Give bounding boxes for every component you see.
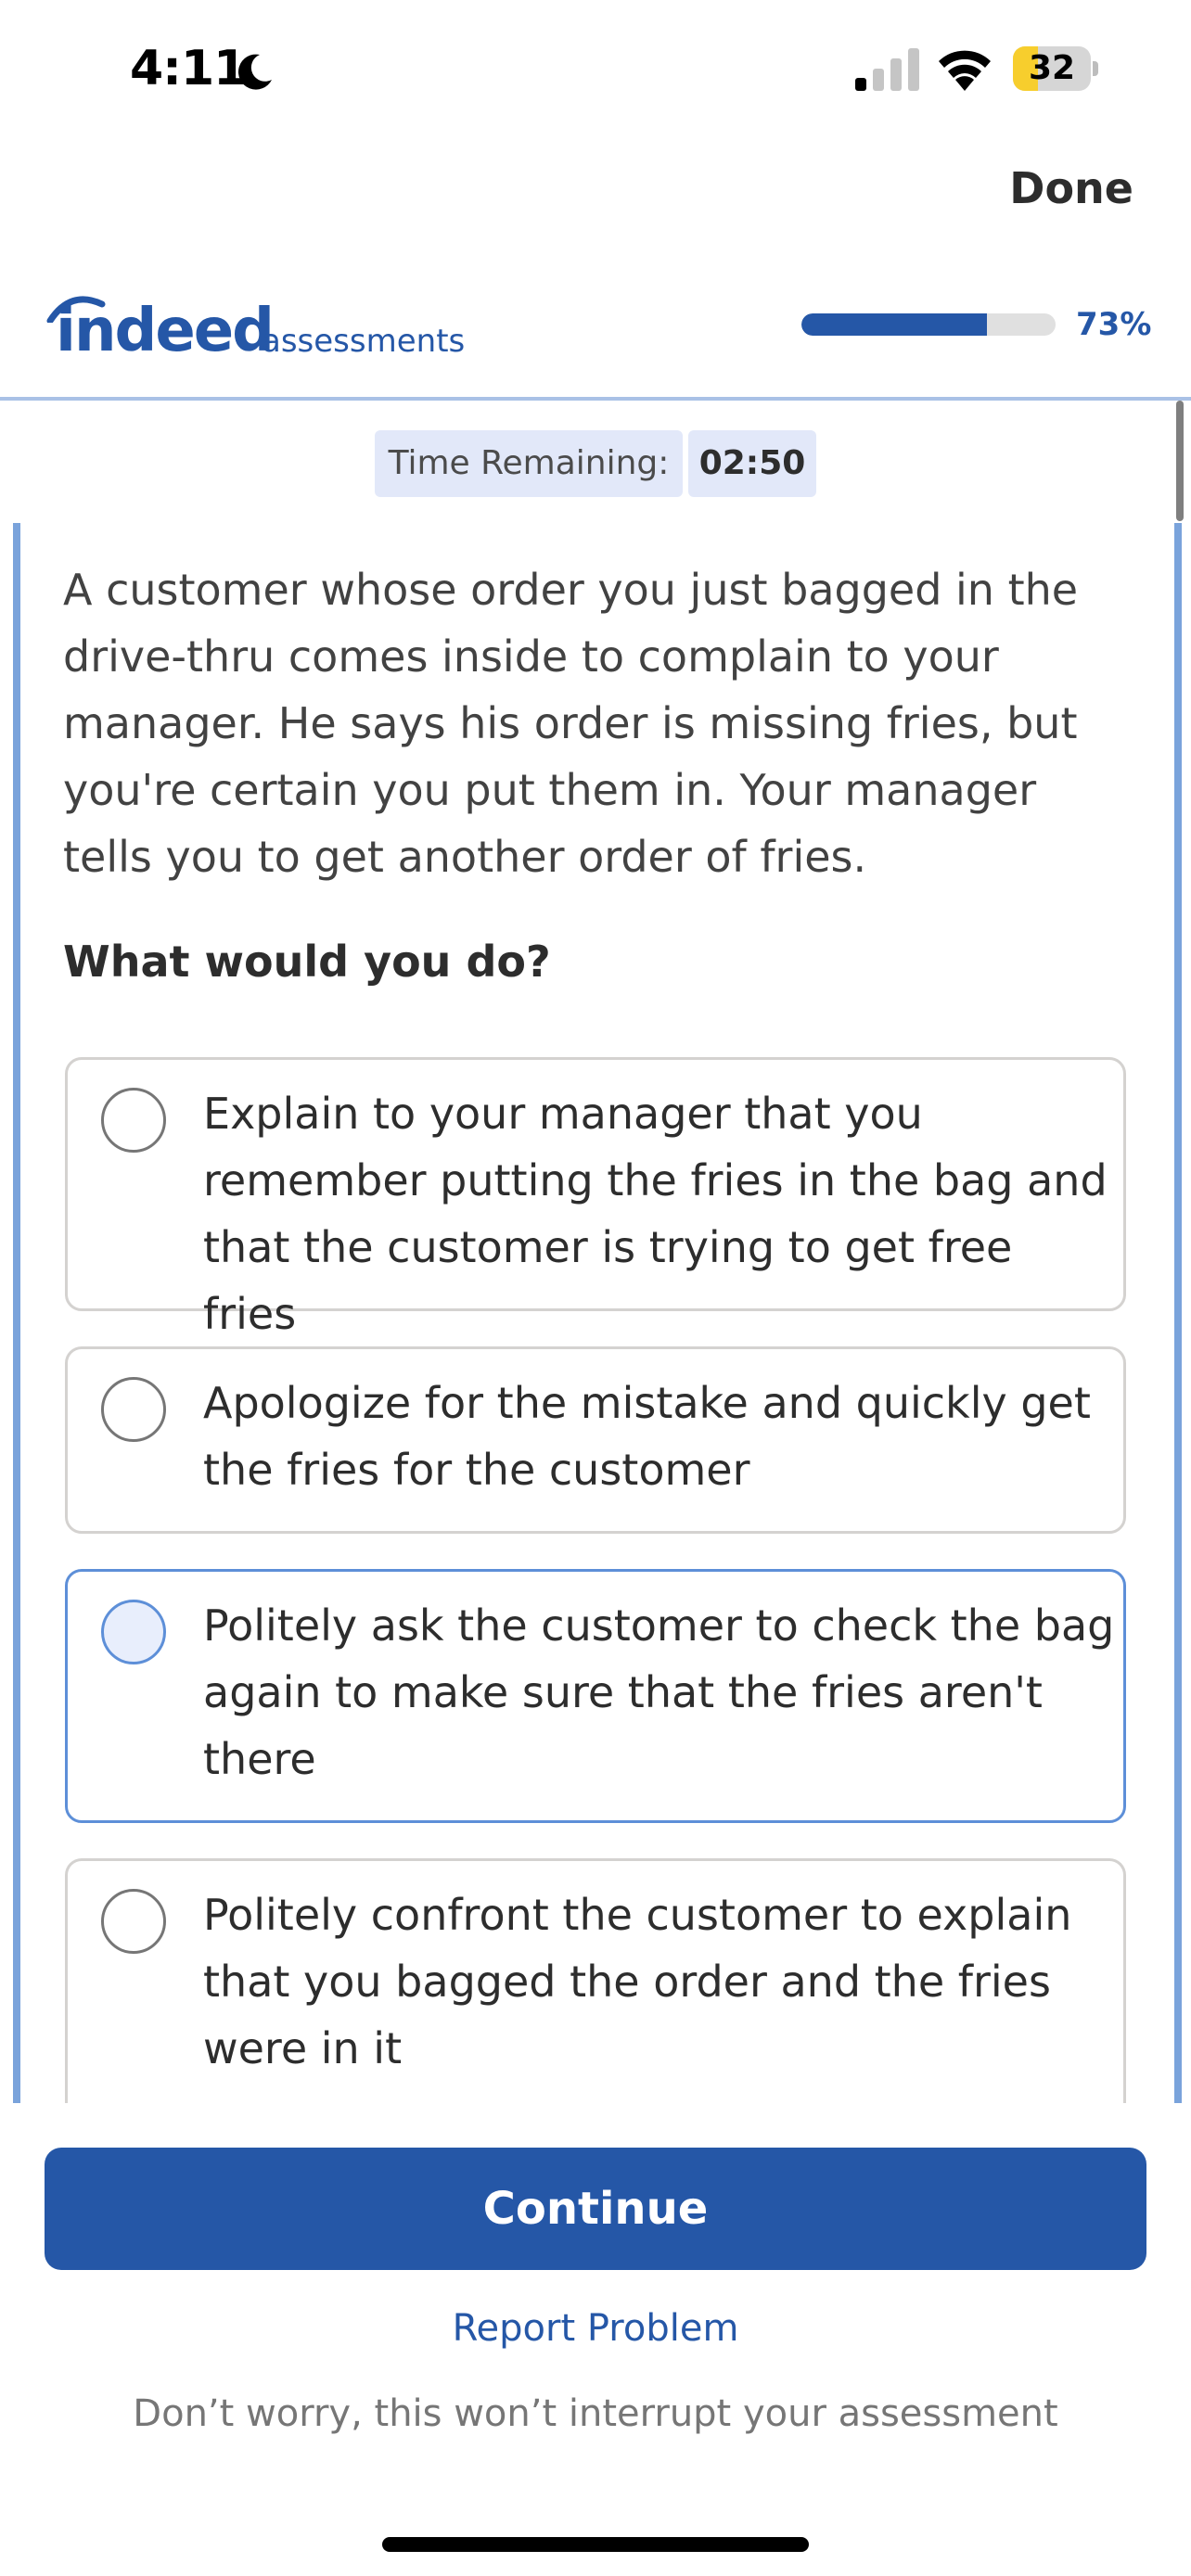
answer-option-text: Politely confront the customer to explai… bbox=[203, 1890, 1072, 2073]
battery-indicator: 32 bbox=[1013, 46, 1098, 91]
progress-fill bbox=[801, 313, 988, 336]
assessment-screen: 4:11 32 Done indeed assessments 73% Time… bbox=[0, 0, 1191, 2576]
answer-option-2[interactable]: Apologize for the mistake and quickly ge… bbox=[65, 1346, 1126, 1534]
indeed-assessments-logo: indeed assessments bbox=[43, 295, 469, 369]
cellular-signal-icon bbox=[855, 48, 919, 91]
radio-button[interactable] bbox=[101, 1600, 166, 1664]
home-indicator[interactable] bbox=[382, 2537, 809, 2552]
question-prompt: What would you do? bbox=[63, 937, 551, 987]
moon-icon bbox=[237, 54, 272, 90]
logo-subtitle: assessments bbox=[262, 323, 466, 360]
wifi-icon bbox=[939, 50, 991, 91]
reassurance-text: Don’t worry, this won’t interrupt your a… bbox=[133, 2392, 1058, 2435]
radio-button[interactable] bbox=[101, 1088, 166, 1153]
radio-button[interactable] bbox=[101, 1377, 166, 1442]
answer-option-text: Apologize for the mistake and quickly ge… bbox=[203, 1378, 1091, 1495]
battery-percent: 32 bbox=[1028, 49, 1076, 87]
battery-cap bbox=[1093, 61, 1098, 76]
logo-wordmark: indeed bbox=[56, 297, 275, 365]
battery-body: 32 bbox=[1013, 46, 1091, 91]
answer-option-1[interactable]: Explain to your manager that you remembe… bbox=[65, 1057, 1126, 1339]
timer-value: 02:50 bbox=[688, 430, 816, 497]
header-divider bbox=[0, 397, 1191, 401]
progress-percent: 73% bbox=[1076, 306, 1152, 343]
scrollbar-thumb[interactable] bbox=[1176, 401, 1184, 521]
done-button[interactable]: Done bbox=[1009, 163, 1133, 213]
question-text: A customer whose order you just bagged i… bbox=[63, 565, 1079, 882]
answer-option-4[interactable]: Politely confront the customer to explai… bbox=[65, 1858, 1126, 2103]
continue-button[interactable]: Continue bbox=[45, 2148, 1146, 2270]
answer-option-text: Politely ask the customer to check the b… bbox=[203, 1600, 1115, 1784]
status-bar: 4:11 32 bbox=[0, 0, 1191, 139]
timer-label: Time Remaining: bbox=[375, 430, 683, 497]
progress-bar bbox=[801, 313, 1056, 336]
content-frame-left-edge bbox=[13, 523, 20, 2103]
answer-option-3[interactable]: Politely ask the customer to check the b… bbox=[65, 1569, 1126, 1823]
status-time: 4:11 bbox=[130, 41, 247, 96]
radio-button[interactable] bbox=[101, 1889, 166, 1954]
content-frame-right-edge bbox=[1174, 523, 1182, 2103]
report-problem-link[interactable]: Report Problem bbox=[0, 2307, 1191, 2350]
answer-option-text: Explain to your manager that you remembe… bbox=[203, 1089, 1108, 1339]
